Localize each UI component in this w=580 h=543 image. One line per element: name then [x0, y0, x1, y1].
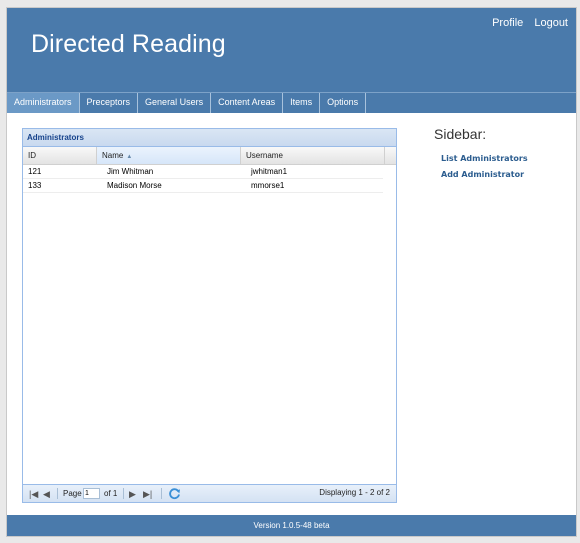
last-page-icon[interactable]: ▶|: [143, 488, 152, 500]
logout-link[interactable]: Logout: [534, 17, 568, 29]
column-header-name[interactable]: Name ▲: [97, 147, 241, 164]
tab-administrators[interactable]: Administrators: [7, 93, 80, 113]
toolbar-separator: [57, 488, 58, 499]
sidebar: Sidebar: List Administrators Add Adminis…: [434, 126, 574, 179]
administrators-grid: Administrators ID Name ▲ Username 121 Jim…: [22, 128, 397, 503]
grid-header: ID Name ▲ Username: [23, 147, 396, 165]
tab-content-areas[interactable]: Content Areas: [211, 93, 284, 113]
sort-ascending-icon: ▲: [126, 154, 133, 160]
top-links: Profile Logout: [484, 17, 568, 29]
list-administrators-link[interactable]: List Administrators: [441, 154, 574, 163]
first-page-icon[interactable]: |◀: [29, 488, 38, 500]
page-number-input[interactable]: [83, 488, 100, 499]
column-header-id[interactable]: ID: [23, 147, 97, 164]
tab-preceptors[interactable]: Preceptors: [80, 93, 139, 113]
header: Directed Reading Profile Logout: [7, 8, 576, 92]
tab-options[interactable]: Options: [320, 93, 367, 113]
page-label: Page: [63, 489, 82, 498]
page-count-label: of 1: [104, 489, 118, 498]
version-label: Version 1.0.5-48 beta: [253, 521, 330, 530]
footer: Version 1.0.5-48 beta: [7, 515, 576, 536]
cell-id: 133: [28, 181, 42, 190]
page-container: Directed Reading Profile Logout Administ…: [6, 7, 577, 537]
toolbar-separator: [123, 488, 124, 499]
cell-name: Madison Morse: [107, 181, 162, 190]
sidebar-title: Sidebar:: [434, 126, 487, 142]
next-page-icon[interactable]: ▶: [129, 488, 136, 500]
cell-name: Jim Whitman: [107, 167, 154, 176]
cell-username: mmorse1: [251, 181, 285, 190]
table-row[interactable]: 121 Jim Whitman jwhitman1: [23, 165, 383, 179]
toolbar-separator: [161, 488, 162, 499]
add-administrator-link[interactable]: Add Administrator: [441, 170, 574, 179]
column-header-username[interactable]: Username: [241, 147, 385, 164]
main-nav: Administrators Preceptors General Users …: [7, 92, 576, 113]
cell-username: jwhitman1: [251, 167, 288, 176]
previous-page-icon[interactable]: ◀: [43, 488, 50, 500]
grid-title: Administrators: [23, 129, 396, 147]
profile-link[interactable]: Profile: [492, 17, 523, 29]
tab-general-users[interactable]: General Users: [138, 93, 212, 113]
tab-items[interactable]: Items: [283, 93, 321, 113]
paging-toolbar: |◀ ◀ Page of 1 ▶ ▶| Displaying 1 - 2 of …: [23, 484, 396, 502]
cell-id: 121: [28, 167, 42, 176]
table-row[interactable]: 133 Madison Morse mmorse1: [23, 179, 383, 193]
refresh-icon[interactable]: [168, 487, 181, 500]
displaying-count: Displaying 1 - 2 of 2: [319, 488, 390, 497]
column-header-name-label: Name: [102, 151, 124, 160]
site-title: Directed Reading: [31, 30, 226, 58]
